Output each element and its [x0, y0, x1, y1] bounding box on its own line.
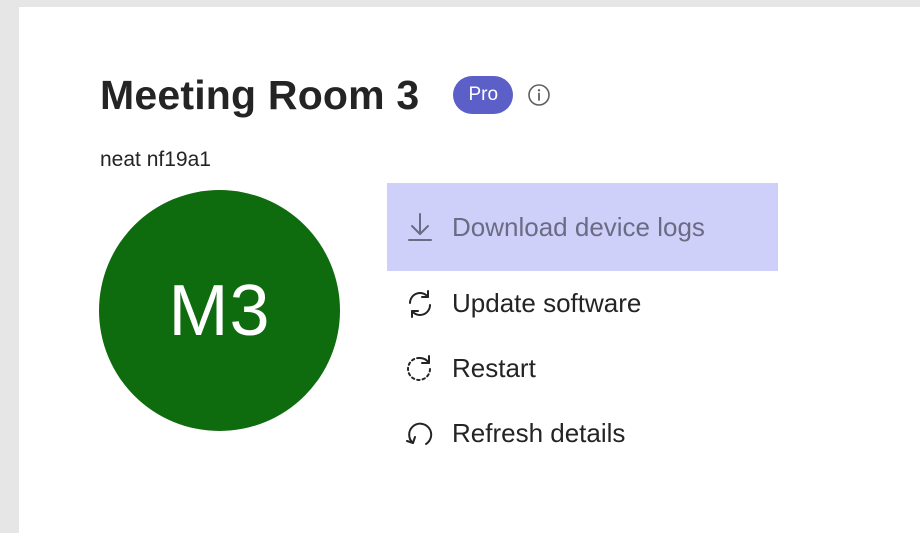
restart-button[interactable]: Restart: [387, 336, 778, 401]
sync-icon: [403, 287, 437, 321]
info-icon[interactable]: [527, 83, 551, 107]
restart-icon: [403, 352, 437, 386]
refresh-details-label: Refresh details: [452, 418, 626, 448]
title-row: Meeting Room 3 Pro: [100, 63, 551, 127]
download-icon: [403, 210, 437, 244]
pro-badge: Pro: [453, 76, 514, 114]
device-model: neat nf19a1: [100, 148, 211, 171]
download-device-logs-button[interactable]: Download device logs: [387, 183, 778, 271]
update-software-button[interactable]: Update software: [387, 271, 778, 336]
device-details-panel: Meeting Room 3 Pro neat nf19a1 M3 Downlo…: [19, 7, 920, 533]
avatar: M3: [99, 190, 340, 431]
avatar-initials: M3: [168, 270, 271, 351]
update-software-label: Update software: [452, 288, 642, 318]
restart-label: Restart: [452, 353, 536, 383]
download-device-logs-label: Download device logs: [452, 211, 705, 242]
refresh-details-button[interactable]: Refresh details: [387, 401, 778, 466]
page-title: Meeting Room 3: [100, 71, 420, 118]
refresh-icon: [403, 417, 437, 451]
device-actions-list: Download device logs Update software Res…: [387, 183, 778, 466]
